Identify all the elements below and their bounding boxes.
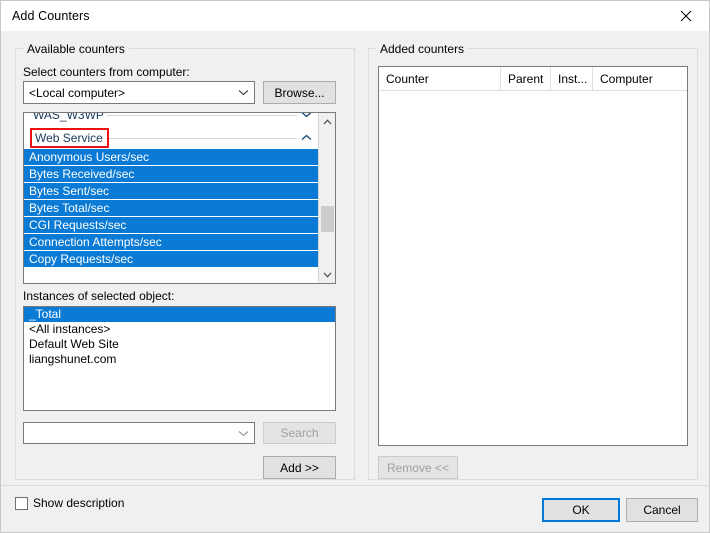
search-combo[interactable]: [23, 422, 255, 444]
cancel-button[interactable]: Cancel: [626, 498, 698, 522]
computer-combo[interactable]: <Local computer>: [23, 81, 255, 104]
instances-label: Instances of selected object:: [23, 289, 175, 303]
instance-item[interactable]: <All instances>: [24, 322, 335, 337]
available-counters-group-label: Available counters: [23, 42, 129, 56]
counter-item[interactable]: Bytes Total/sec: [24, 200, 319, 217]
counter-tree-content: WAS_W3WP Web Service Anonymous Users/sec…: [24, 113, 319, 268]
show-description-checkbox[interactable]: Show description: [15, 496, 124, 510]
browse-button[interactable]: Browse...: [263, 81, 336, 104]
tree-group-row-web-service[interactable]: Web Service: [24, 126, 319, 149]
remove-button[interactable]: Remove <<: [378, 456, 458, 479]
scroll-up-icon[interactable]: [319, 113, 335, 130]
column-header-computer[interactable]: Computer: [593, 67, 687, 90]
chevron-up-icon[interactable]: [297, 126, 315, 149]
tree-group-label: WAS_W3WP: [33, 113, 107, 122]
instance-item[interactable]: liangshunet.com: [24, 352, 335, 367]
chevron-down-icon: [232, 82, 254, 103]
counter-item[interactable]: Connection Attempts/sec: [24, 234, 319, 251]
checkbox-box-icon: [15, 496, 28, 510]
add-counters-dialog: Add Counters Available counters Select c…: [0, 0, 710, 533]
counter-item[interactable]: CGI Requests/sec: [24, 217, 319, 234]
table-header-row: Counter Parent Inst... Computer: [379, 67, 687, 91]
computer-combo-value: <Local computer>: [29, 85, 126, 100]
footer-divider: [1, 485, 709, 486]
title-bar: Add Counters: [1, 1, 709, 31]
add-button[interactable]: Add >>: [263, 456, 336, 479]
instances-list[interactable]: _Total <All instances> Default Web Site …: [23, 306, 336, 411]
scroll-down-icon[interactable]: [319, 266, 335, 283]
select-computer-label: Select counters from computer:: [23, 65, 190, 79]
added-counters-group-label: Added counters: [376, 42, 469, 56]
column-header-counter[interactable]: Counter: [379, 67, 501, 90]
close-icon[interactable]: [663, 1, 709, 30]
column-header-parent[interactable]: Parent: [501, 67, 551, 90]
tree-group-row[interactable]: WAS_W3WP: [24, 113, 319, 126]
scrollbar-thumb[interactable]: [321, 206, 334, 232]
tree-group-label: Web Service: [30, 127, 109, 148]
instance-item[interactable]: Default Web Site: [24, 337, 335, 352]
counter-item[interactable]: Anonymous Users/sec: [24, 149, 319, 166]
column-header-instance[interactable]: Inst...: [551, 67, 593, 90]
show-description-label: Show description: [33, 496, 125, 510]
counter-item[interactable]: Bytes Received/sec: [24, 166, 319, 183]
search-button[interactable]: Search: [263, 422, 336, 444]
added-counters-table[interactable]: Counter Parent Inst... Computer: [378, 66, 688, 446]
instance-item[interactable]: _Total: [24, 307, 335, 322]
counter-tree-scrollbar[interactable]: [318, 113, 335, 283]
counter-item[interactable]: Bytes Sent/sec: [24, 183, 319, 200]
window-title: Add Counters: [12, 9, 90, 23]
chevron-down-icon: [232, 423, 254, 443]
ok-button[interactable]: OK: [542, 498, 620, 522]
counter-tree-list[interactable]: WAS_W3WP Web Service Anonymous Users/sec…: [23, 112, 336, 284]
counter-item[interactable]: Copy Requests/sec: [24, 251, 319, 268]
chevron-down-icon[interactable]: [297, 113, 315, 126]
